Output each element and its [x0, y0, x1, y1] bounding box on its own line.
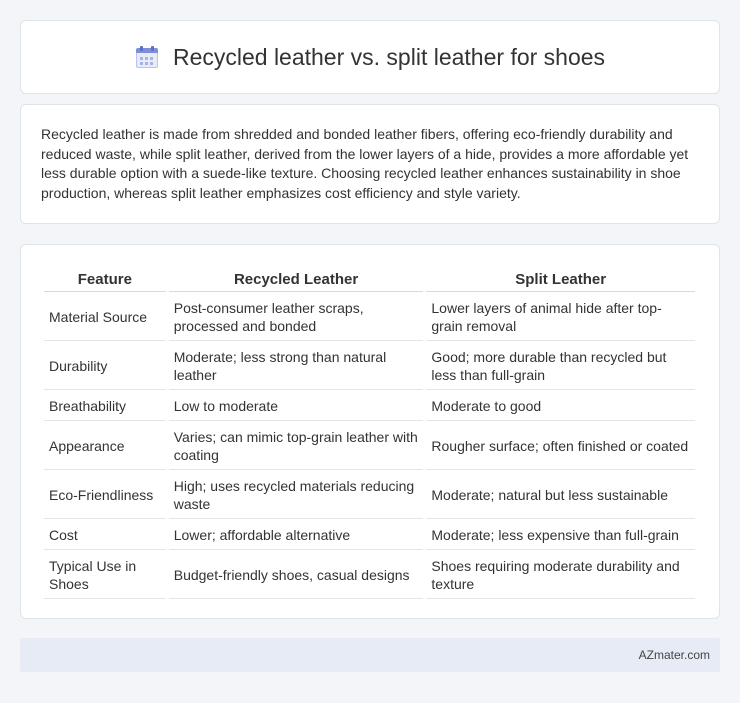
- feature-cell: Eco-Friendliness: [44, 472, 166, 519]
- title-card: Recycled leather vs. split leather for s…: [20, 20, 720, 94]
- comparison-card: Feature Recycled Leather Split Leather M…: [20, 244, 720, 619]
- feature-cell: Breathability: [44, 392, 166, 421]
- table-row: Breathability Low to moderate Moderate t…: [44, 392, 695, 421]
- table-row: Appearance Varies; can mimic top-grain l…: [44, 423, 695, 470]
- intro-card: Recycled leather is made from shredded a…: [20, 104, 720, 224]
- split-cell: Lower layers of animal hide after top-gr…: [426, 294, 695, 341]
- split-cell: Moderate; natural but less sustainable: [426, 472, 695, 519]
- table-row: Durability Moderate; less strong than na…: [44, 343, 695, 390]
- split-cell: Moderate to good: [426, 392, 695, 421]
- split-cell: Good; more durable than recycled but les…: [426, 343, 695, 390]
- recycled-cell: Varies; can mimic top-grain leather with…: [168, 423, 424, 470]
- recycled-cell: Moderate; less strong than natural leath…: [168, 343, 424, 390]
- feature-cell: Durability: [44, 343, 166, 390]
- footer: AZmater.com: [20, 638, 720, 672]
- comparison-table: Feature Recycled Leather Split Leather M…: [41, 263, 698, 601]
- feature-cell: Typical Use in Shoes: [44, 552, 166, 599]
- intro-text: Recycled leather is made from shredded a…: [41, 126, 689, 201]
- feature-cell: Material Source: [44, 294, 166, 341]
- header-feature: Feature: [44, 265, 166, 292]
- footer-brand[interactable]: AZmater.com: [639, 648, 710, 662]
- header-split-leather: Split Leather: [426, 265, 695, 292]
- table-row: Typical Use in Shoes Budget-friendly sho…: [44, 552, 695, 599]
- split-cell: Rougher surface; often finished or coate…: [426, 423, 695, 470]
- split-cell: Shoes requiring moderate durability and …: [426, 552, 695, 599]
- header-recycled-leather: Recycled Leather: [168, 265, 424, 292]
- recycled-cell: High; uses recycled materials reducing w…: [168, 472, 424, 519]
- feature-cell: Cost: [44, 521, 166, 550]
- table-row: Material Source Post-consumer leather sc…: [44, 294, 695, 341]
- table-row: Cost Lower; affordable alternative Moder…: [44, 521, 695, 550]
- recycled-cell: Lower; affordable alternative: [168, 521, 424, 550]
- recycled-cell: Budget-friendly shoes, casual designs: [168, 552, 424, 599]
- recycled-cell: Post-consumer leather scraps, processed …: [168, 294, 424, 341]
- calendar-icon: [135, 45, 159, 69]
- split-cell: Moderate; less expensive than full-grain: [426, 521, 695, 550]
- page-title: Recycled leather vs. split leather for s…: [172, 43, 606, 70]
- feature-cell: Appearance: [44, 423, 166, 470]
- table-header-row: Feature Recycled Leather Split Leather: [44, 265, 695, 292]
- recycled-cell: Low to moderate: [168, 392, 424, 421]
- table-row: Eco-Friendliness High; uses recycled mat…: [44, 472, 695, 519]
